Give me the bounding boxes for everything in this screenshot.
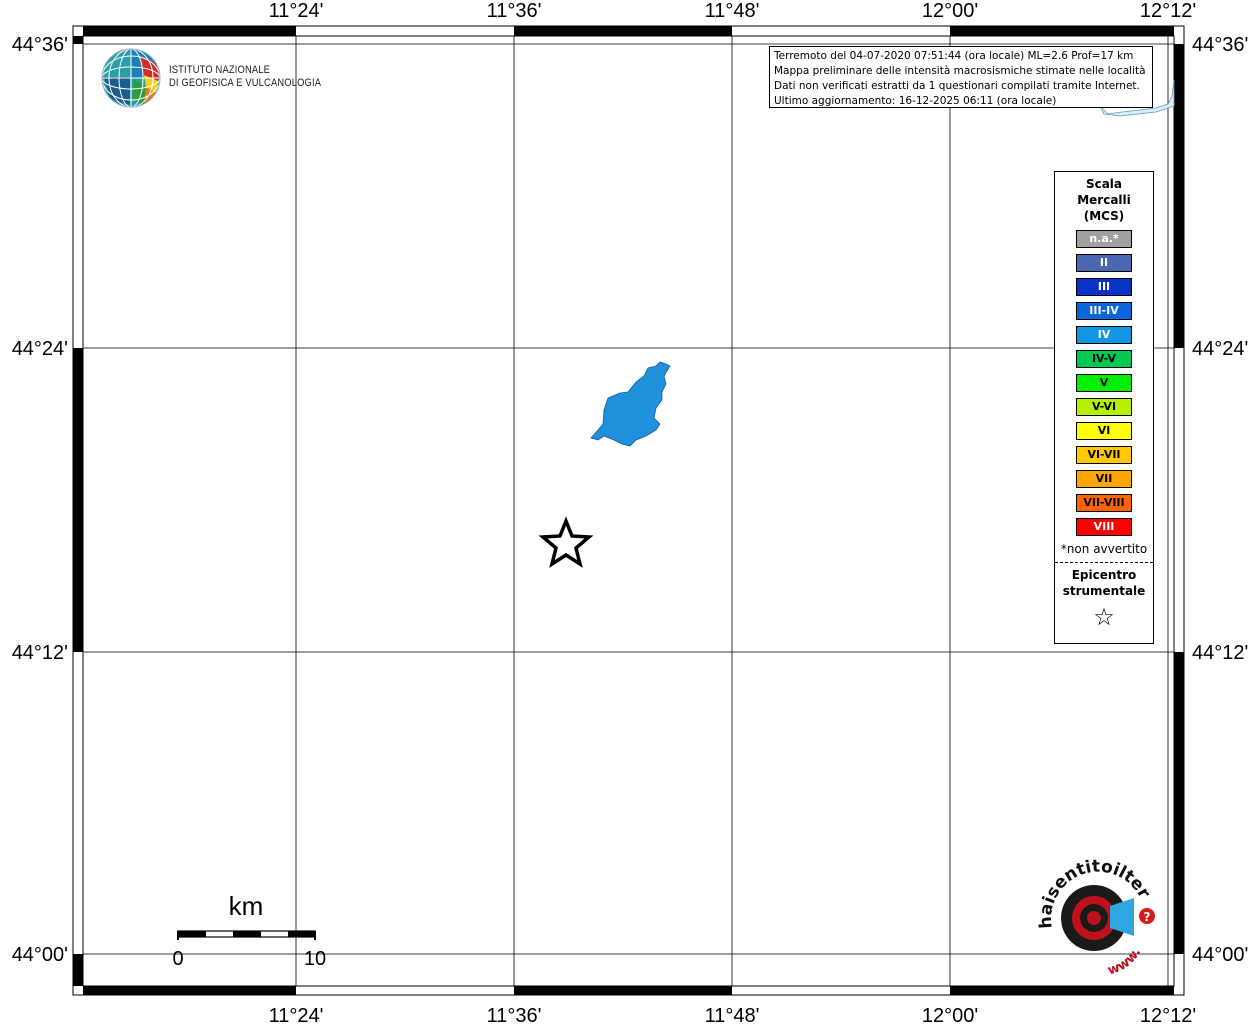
legend-item-vii: VII [1076, 470, 1132, 488]
legend-item-iv: IV [1076, 326, 1132, 344]
ingv-logo [101, 48, 161, 108]
lon-tick-bottom-1: 11°24' [269, 1005, 324, 1024]
scale-bar [177, 930, 316, 940]
lon-tick-bottom-3: 11°48' [705, 1005, 760, 1024]
lon-tick-bottom-4: 12°00' [922, 1005, 978, 1024]
lat-tick-left-4: 44°00' [12, 944, 68, 966]
legend-title-line3: (MCS) [1083, 209, 1125, 223]
legend-item-n-a: n.a.* [1076, 230, 1132, 248]
event-info-line1: Terremoto del 04-07-2020 07:51:44 (ora l… [774, 50, 1134, 62]
legend-item-viii: VIII [1076, 518, 1132, 536]
frame-bottom-bar [83, 986, 1174, 995]
haisentito-logo: ? haisentitoilterremoto.it www. [1038, 858, 1155, 974]
mcs-legend: Scala Mercalli (MCS) n.a.* II III III-IV IV IV-… [1054, 171, 1154, 644]
legend-title: Scala Mercalli (MCS) [1055, 176, 1153, 224]
ingv-name-line2: DI GEOFISICA E VULCANOLOGIA [169, 77, 322, 89]
lat-tick-left-2: 44°24' [12, 338, 68, 360]
legend-item-iii: III [1076, 278, 1132, 296]
lat-tick-right-1: 44°36' [1192, 34, 1248, 56]
epicenter-star[interactable] [538, 516, 594, 568]
hst-logo-url: www. [1106, 945, 1144, 974]
lon-tick-top-4: 12°00' [922, 0, 978, 22]
event-info-line4: Ultimo aggiornamento: 16-12-2025 06:11 (… [774, 95, 1057, 107]
legend-separator [1055, 562, 1153, 563]
legend-epicenter-star-icon: ☆ [1093, 603, 1115, 631]
legend-item-iv-v: IV-V [1076, 350, 1132, 368]
legend-title-line1: Scala [1085, 177, 1123, 191]
lat-tick-left-3: 44°12' [12, 642, 68, 664]
legend-items: n.a.* II III III-IV IV IV-V V V-VI VI VI-VII VII VI… [1055, 230, 1153, 536]
legend-note: *non avvertito [1060, 542, 1148, 556]
frame-left-bar [73, 36, 83, 986]
graticule [83, 36, 1174, 986]
lat-tick-right-3: 44°12' [1192, 642, 1248, 664]
legend-item-v-vi: V-VI [1076, 398, 1132, 416]
legend-epicenter-label: Epicentro strumentale [1055, 567, 1153, 599]
legend-title-line2: Mercalli [1077, 193, 1131, 207]
hst-question-icon: ? [1144, 910, 1151, 924]
legend-epicenter-label-line2: strumentale [1062, 584, 1146, 598]
event-info-line3: Dati non verificati estratti da 1 questi… [774, 80, 1140, 92]
legend-item-vii-viii: VII-VIII [1076, 494, 1132, 512]
scale-end-label: 10 [304, 948, 326, 970]
legend-item-vi: VI [1076, 422, 1132, 440]
lon-tick-top-2: 11°36' [487, 0, 542, 22]
legend-item-ii: II [1076, 254, 1132, 272]
lat-tick-right-4: 44°00' [1192, 944, 1248, 966]
frame-top-bar [83, 26, 1174, 36]
frame-right-bar [1174, 44, 1184, 954]
map-frame-outer [72, 25, 1185, 996]
lat-tick-right-2: 44°24' [1192, 338, 1248, 360]
event-info-box: Terremoto del 04-07-2020 07:51:44 (ora l… [769, 46, 1153, 108]
ingv-name-line1: ISTITUTO NAZIONALE [169, 64, 271, 76]
legend-item-iii-iv: III-IV [1076, 302, 1132, 320]
lon-tick-bottom-5: 12°12' [1140, 1005, 1196, 1024]
scale-unit: km [229, 891, 264, 921]
legend-item-v: V [1076, 374, 1132, 392]
lon-tick-top-1: 11°24' [269, 0, 324, 22]
event-info-line2: Mappa preliminare delle intensità macros… [774, 65, 1146, 77]
lon-tick-bottom-2: 11°36' [487, 1005, 542, 1024]
legend-item-vi-vii: VI-VII [1076, 446, 1132, 464]
ingv-name: ISTITUTO NAZIONALE DI GEOFISICA E VULCAN… [169, 64, 321, 90]
map-frame-inner [82, 35, 1175, 987]
municipality-intensity-area[interactable] [590, 361, 671, 447]
lat-tick-left-1: 44°36' [12, 34, 68, 56]
lon-tick-top-3: 11°48' [705, 0, 760, 22]
legend-epicenter-label-line1: Epicentro [1071, 568, 1137, 582]
lon-tick-top-5: 12°12' [1140, 0, 1196, 22]
scale-start-label: 0 [172, 948, 183, 970]
